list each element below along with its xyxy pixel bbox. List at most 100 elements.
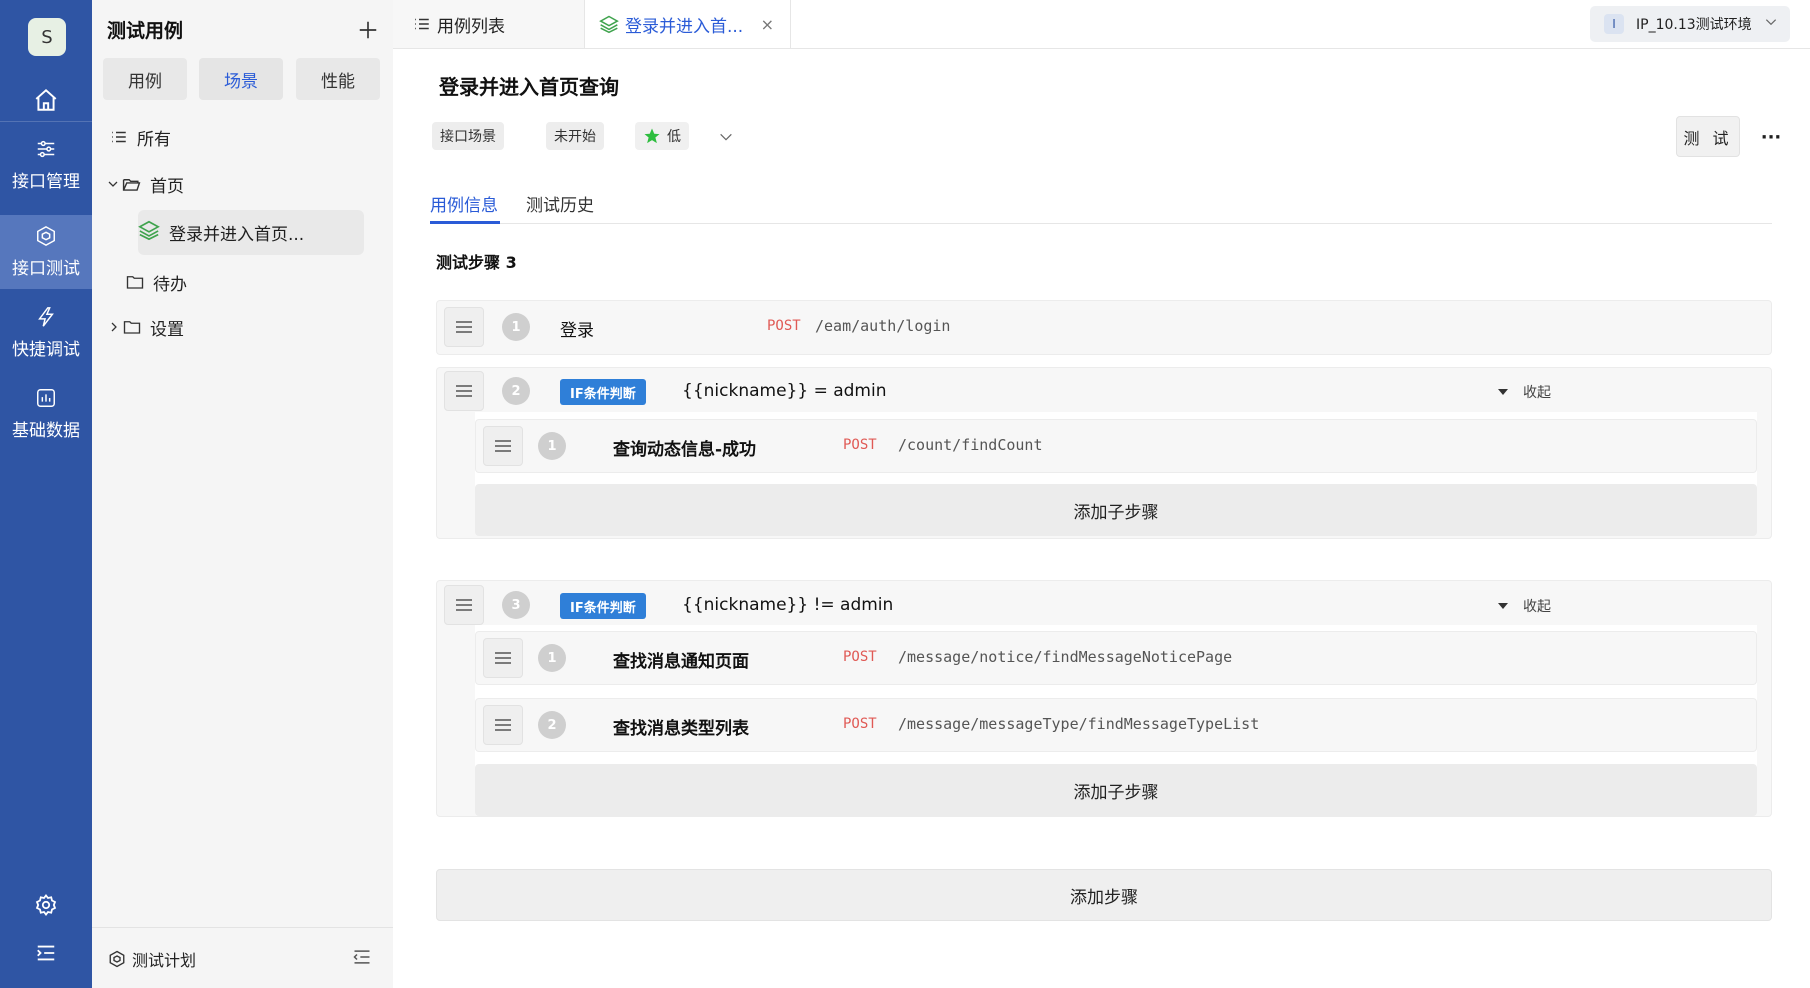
folder-open-icon	[122, 175, 141, 194]
home-icon[interactable]	[0, 80, 92, 120]
more-icon[interactable]: ···	[1757, 123, 1785, 151]
chevron-down-icon	[1765, 19, 1777, 26]
chevron-down-icon[interactable]	[718, 129, 734, 145]
environment-label: IP_10.13测试环境	[1636, 17, 1752, 33]
cube-icon	[109, 950, 125, 968]
rail-item-quick-debug[interactable]: 快捷调试	[0, 296, 92, 370]
drag-handle-icon[interactable]	[444, 371, 484, 411]
child-steps: 1 查找消息通知页面 POST /message/notice/findMess…	[475, 625, 1757, 816]
segment-cases[interactable]: 用例	[103, 58, 187, 100]
close-icon[interactable]: ×	[761, 15, 774, 34]
if-condition-tag: IF条件判断	[560, 593, 646, 619]
tree-item-label: 首页	[150, 176, 184, 197]
collapse-toggle[interactable]: 收起	[1497, 596, 1551, 616]
drag-handle-icon[interactable]	[483, 705, 523, 745]
folder-icon	[123, 318, 141, 336]
step-if-block: 3 IF条件判断 {{nickname}} != admin 收起 1 查找消息…	[436, 580, 1772, 817]
environment-select[interactable]: I IP_10.13测试环境	[1590, 6, 1790, 42]
gear-icon[interactable]	[0, 888, 92, 922]
priority-chip[interactable]: 低	[635, 122, 689, 150]
step-row: 1 登录 POST /eam/auth/login	[436, 300, 1772, 355]
tree-item-label: 所有	[137, 129, 171, 150]
tree-item-login-scenario[interactable]: 登录并进入首页...	[138, 210, 364, 255]
child-steps: 1 查询动态信息-成功 POST /count/findCount 添加子步骤	[475, 412, 1757, 536]
tab-bar: 用例列表 登录并进入首... × I IP_10.13测试环境	[393, 0, 1810, 49]
collapse-toggle[interactable]: 收起	[1497, 382, 1551, 402]
list-icon	[110, 128, 128, 146]
rail-item-base-data[interactable]: 基础数据	[0, 377, 92, 451]
api-path: /eam/auth/login	[815, 317, 951, 335]
drag-handle-icon[interactable]	[444, 307, 484, 347]
priority-label: 低	[667, 129, 681, 145]
tab-case-list[interactable]: 用例列表	[393, 0, 585, 48]
case-tree-panel: 测试用例 用例 场景 性能 所有 首页 登录并进入首页... 待办 设置 测试计…	[92, 0, 393, 988]
collapse-label: 收起	[1523, 385, 1551, 401]
step-number: 1	[538, 432, 566, 460]
condition-expression[interactable]: {{nickname}} = admin	[682, 381, 886, 401]
tab-label: 登录并进入首...	[625, 16, 744, 37]
panel-footer-divider	[92, 927, 393, 928]
rail-item-label: 接口测试	[12, 259, 80, 279]
segment-scenarios[interactable]: 场景	[199, 58, 283, 100]
step-number: 1	[502, 313, 530, 341]
drag-handle-icon[interactable]	[444, 585, 484, 625]
tree-item-settings[interactable]: 设置	[108, 309, 184, 345]
tree-item-label: 登录并进入首页...	[169, 225, 305, 245]
tree-item-all[interactable]: 所有	[110, 119, 171, 155]
add-child-step-button[interactable]: 添加子步骤	[475, 764, 1757, 816]
page-title: 登录并进入首页查询	[439, 75, 619, 99]
http-method: POST	[843, 649, 877, 665]
segment-performance[interactable]: 性能	[296, 58, 380, 100]
tab-current-case[interactable]: 登录并进入首... ×	[585, 0, 791, 48]
tab-label: 用例列表	[437, 16, 505, 37]
drag-handle-icon[interactable]	[483, 426, 523, 466]
chevron-right-icon	[108, 321, 120, 333]
test-plan-label: 测试计划	[132, 951, 197, 970]
detail-tabs: 用例信息 测试历史	[430, 179, 1772, 224]
rail-item-label: 接口管理	[12, 172, 80, 192]
chevron-down-icon	[107, 178, 119, 190]
step-name[interactable]: 查找消息通知页面	[613, 647, 749, 672]
lightning-icon	[38, 307, 54, 327]
api-path: /message/notice/findMessageNoticePage	[898, 648, 1233, 666]
step-number: 3	[502, 591, 530, 619]
panel-title: 测试用例	[107, 20, 184, 42]
expand-menu-icon[interactable]	[0, 936, 92, 970]
status-chip[interactable]: 未开始	[546, 122, 604, 150]
layers-icon	[138, 219, 160, 246]
layers-icon	[599, 15, 619, 34]
tree-item-home[interactable]: 首页	[107, 166, 184, 202]
tab-test-history[interactable]: 测试历史	[526, 191, 594, 216]
avatar[interactable]: S	[28, 18, 66, 56]
step-name[interactable]: 查找消息类型列表	[613, 714, 749, 739]
case-detail: 登录并进入首页查询 接口场景 未开始 低 测 试 ··· 用例信息 测试历史 测…	[393, 49, 1810, 988]
tree-item-todo[interactable]: 待办	[126, 264, 187, 300]
collapse-label: 收起	[1523, 599, 1551, 615]
rail-item-label: 基础数据	[12, 421, 80, 441]
rail-item-api-testing[interactable]: 接口测试	[0, 215, 92, 289]
list-icon	[415, 18, 429, 30]
condition-expression[interactable]: {{nickname}} != admin	[682, 595, 893, 615]
rail-item-label: 快捷调试	[12, 340, 80, 360]
child-step-row: 2 查找消息类型列表 POST /message/messageType/fin…	[475, 698, 1757, 752]
test-button[interactable]: 测 试	[1676, 116, 1740, 157]
rail-divider	[0, 121, 92, 122]
step-name[interactable]: 登录	[560, 316, 594, 341]
drag-handle-icon[interactable]	[483, 638, 523, 678]
rail-item-api-management[interactable]: 接口管理	[0, 128, 92, 202]
add-step-button[interactable]: 添加步骤	[436, 869, 1772, 921]
test-plan-link[interactable]: 测试计划	[108, 947, 196, 971]
collapse-menu-icon[interactable]	[352, 947, 372, 971]
child-step-row: 1 查找消息通知页面 POST /message/notice/findMess…	[475, 631, 1757, 685]
http-method: POST	[843, 437, 877, 453]
step-number: 2	[538, 711, 566, 739]
tree-item-label: 设置	[150, 319, 184, 340]
tab-case-info[interactable]: 用例信息	[430, 191, 498, 216]
active-tab-indicator	[430, 221, 500, 224]
add-case-icon[interactable]	[354, 16, 382, 44]
step-if-block: 2 IF条件判断 {{nickname}} = admin 收起 1 查询动态信…	[436, 367, 1772, 539]
step-name[interactable]: 查询动态信息-成功	[613, 435, 756, 460]
folder-icon	[126, 273, 144, 291]
step-number: 2	[502, 377, 530, 405]
add-child-step-button[interactable]: 添加子步骤	[475, 484, 1757, 536]
